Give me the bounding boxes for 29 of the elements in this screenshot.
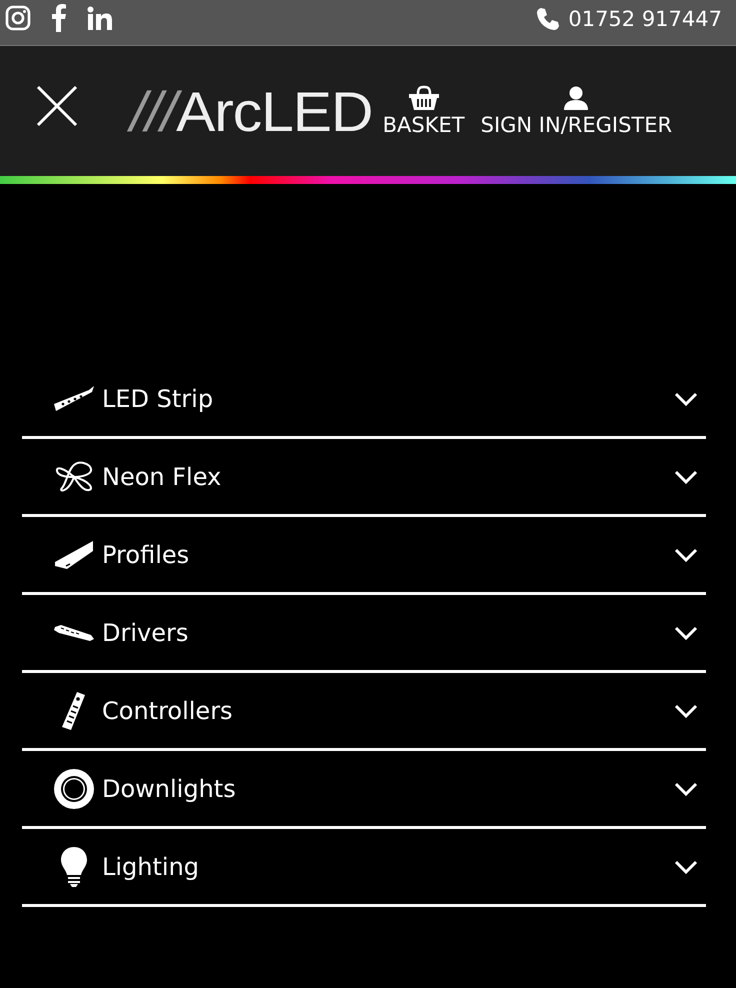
menu-item[interactable]: Drivers [22,595,706,673]
loop-icon [54,460,94,494]
chevron-icon [674,626,698,640]
chevron-icon [674,704,698,718]
chevron-icon [674,548,698,562]
light-bulb-icon [59,846,89,888]
menu-item[interactable]: Lighting [22,829,706,907]
linkedin-icon[interactable] [87,6,113,30]
menu-item[interactable]: Profiles [22,517,706,595]
facebook-icon[interactable] [51,4,67,32]
downlight-icon [53,768,95,810]
menu-item[interactable]: Neon Flex [22,439,706,517]
basket-icon [408,85,440,111]
menu-item[interactable]: LED Strip [22,361,706,439]
chevron-icon [674,782,698,796]
menu-item[interactable]: Downlights [22,751,706,829]
phone-number[interactable]: 01752 917447 [568,6,722,30]
close-button[interactable] [36,85,78,127]
phone-icon [536,6,560,30]
instagram-icon[interactable] [5,4,31,30]
user-icon [563,85,590,111]
chevron-icon [674,392,698,406]
chevron-icon [674,860,698,874]
sign-in-button[interactable]: SIGN IN/REGISTER [480,85,672,137]
menu-item[interactable]: Controllers [22,673,706,751]
chevron-icon [674,470,698,484]
profile-icon [53,538,95,570]
led-strip-icon [53,384,95,414]
basket-button[interactable]: BASKET [382,85,465,137]
